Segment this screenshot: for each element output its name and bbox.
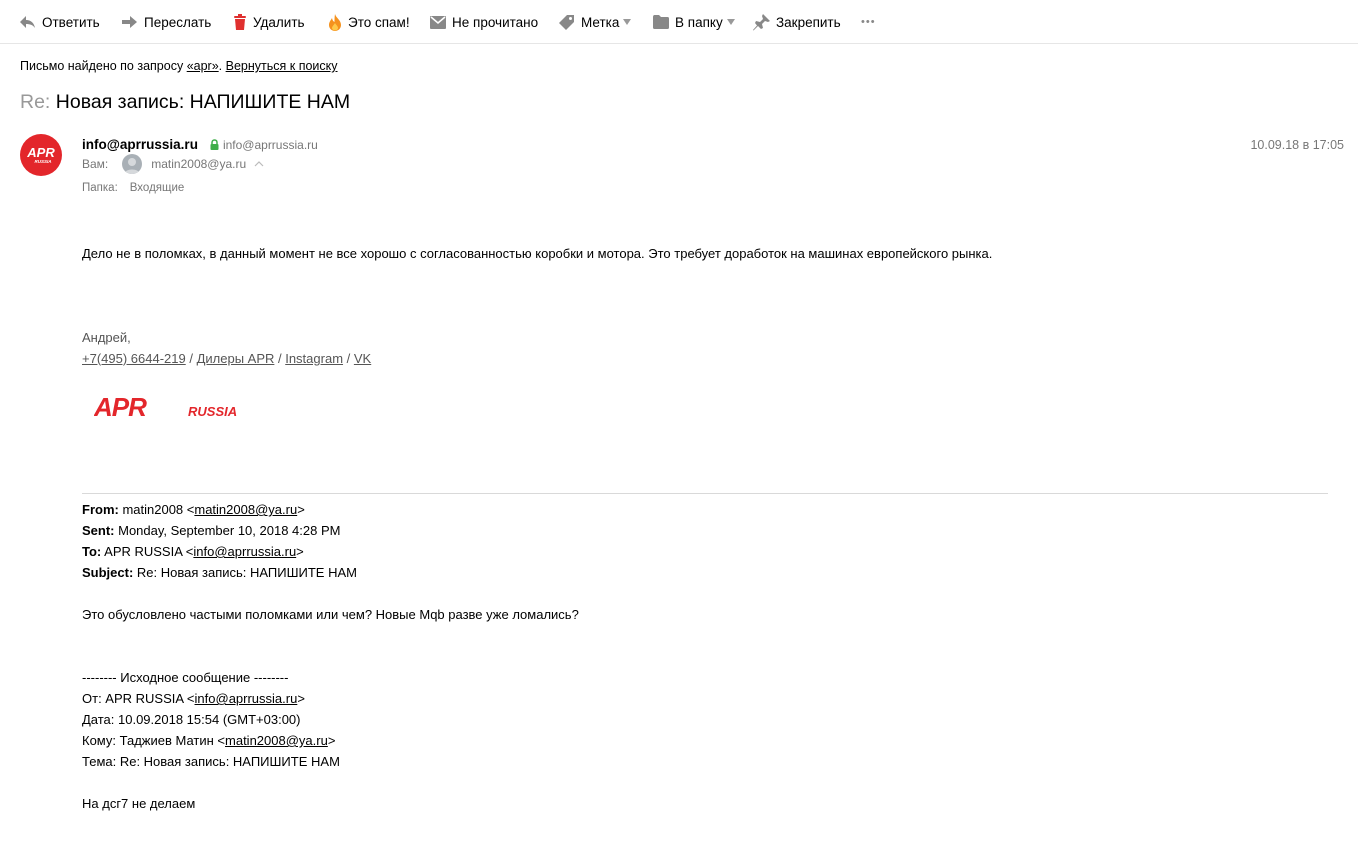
quoted-sent-value: Monday, September 10, 2018 4:28 PM <box>114 523 341 538</box>
quoted-subject-label: Subject: <box>82 565 134 580</box>
signature-separator: / <box>343 351 354 366</box>
apr-logo-icon: APR RUSSIA <box>26 145 55 164</box>
folder-name[interactable]: Входящие <box>130 182 185 194</box>
forward-label: Переслать <box>144 14 212 30</box>
original-to-email[interactable]: matin2008@ya.ru <box>225 733 328 748</box>
quote-divider <box>82 493 1328 494</box>
signature-logo-text: APR <box>94 394 147 420</box>
vk-link[interactable]: VK <box>354 351 371 366</box>
quoted-to-email[interactable]: info@aprrussia.ru <box>193 544 296 559</box>
delete-button[interactable]: Удалить <box>233 12 305 32</box>
signature-separator: / <box>185 351 197 366</box>
signature-logo-subtext: RUSSIA <box>188 404 237 419</box>
folder-icon <box>653 15 669 29</box>
apr-russia-logo: APR RUSSIA <box>94 394 237 420</box>
quoted-from-email[interactable]: matin2008@ya.ru <box>194 502 297 517</box>
signature-name: Андрей, <box>82 330 131 345</box>
move-to-folder-dropdown[interactable]: В папку <box>653 12 735 32</box>
quoted-to: To: APR RUSSIA <info@aprrussia.ru> <box>82 544 304 559</box>
signature-separator: / <box>274 351 286 366</box>
pin-icon <box>753 13 770 30</box>
mark-unread-button[interactable]: Не прочитано <box>430 12 538 32</box>
quoted-sent: Sent: Monday, September 10, 2018 4:28 PM <box>82 523 340 538</box>
trash-icon <box>234 14 246 30</box>
quoted-bracket: > <box>327 733 336 748</box>
subject-re-prefix: Re: <box>20 91 51 113</box>
recipient-avatar[interactable] <box>122 154 143 174</box>
reply-button[interactable]: Ответить <box>19 12 100 32</box>
caret-down-icon <box>726 19 735 25</box>
quoted-bracket: > <box>297 691 305 706</box>
quoted-from-name: matin2008 < <box>118 502 195 517</box>
forward-button[interactable]: Переслать <box>121 12 211 32</box>
sender-name[interactable]: info@aprrussia.ru <box>82 137 198 152</box>
search-query-link[interactable]: «apr» <box>187 59 219 73</box>
quoted-to-label: To: <box>82 544 102 559</box>
recipient-line: Вам: matin2008@ya.ru <box>82 154 264 174</box>
quoted-question: Это обусловлено частыми поломками или че… <box>82 607 579 622</box>
sender-line: info@aprrussia.ru info@aprrussia.ru <box>82 137 318 152</box>
back-to-search-link[interactable]: Вернуться к поиску <box>226 59 338 73</box>
pin-label: Закрепить <box>776 14 841 30</box>
lock-icon <box>210 139 219 150</box>
original-from-prefix: От: APR RUSSIA < <box>82 691 195 706</box>
quoted-from: From: matin2008 <matin2008@ya.ru> <box>82 502 305 517</box>
search-notice-prefix: Письмо найдено по запросу <box>20 59 187 73</box>
quoted-sent-label: Sent: <box>82 523 115 538</box>
subject-title: Новая запись: НАПИШИТЕ НАМ <box>55 91 351 113</box>
recipient-email[interactable]: matin2008@ya.ru <box>151 157 246 171</box>
label-dropdown[interactable]: Метка <box>558 12 632 32</box>
move-to-folder-label: В папку <box>675 14 723 30</box>
forward-arrow-icon <box>122 16 137 28</box>
label-dropdown-label: Метка <box>581 14 620 30</box>
signature-links: +7(495) 6644-219 / Дилеры APR / Instagra… <box>82 351 371 366</box>
tag-icon <box>559 14 574 30</box>
search-notice: Письмо найдено по запросу «apr». Вернуть… <box>20 59 338 73</box>
quoted-subject-value: Re: Новая запись: НАПИШИТЕ НАМ <box>133 565 357 580</box>
search-notice-separator: . <box>218 59 226 73</box>
original-to: Кому: Таджиев Матин <matin2008@ya.ru> <box>82 733 335 748</box>
caret-down-icon <box>623 19 632 25</box>
fire-icon <box>329 13 341 31</box>
folder-label: Папка: <box>82 182 118 194</box>
dealers-link[interactable]: Дилеры APR <box>197 351 275 366</box>
quoted-subject: Subject: Re: Новая запись: НАПИШИТЕ НАМ <box>82 565 357 580</box>
pin-button[interactable]: Закрепить <box>753 12 841 32</box>
original-to-prefix: Кому: Таджиев Матин < <box>82 733 226 748</box>
chevron-up-icon[interactable] <box>254 161 264 167</box>
avatar-logo-subtext: RUSSIA <box>34 159 51 164</box>
spam-label: Это спам! <box>348 14 410 30</box>
phone-link[interactable]: +7(495) 6644-219 <box>82 351 186 366</box>
original-body: На дсг7 не делаем <box>82 796 196 811</box>
message-subject: Re: Новая запись: НАПИШИТЕ НАМ <box>20 91 350 114</box>
original-message-header: -------- Исходное сообщение -------- <box>82 670 289 685</box>
more-actions-button[interactable]: ••• <box>861 12 876 32</box>
message-toolbar: Ответить Переслать Удалить Это спам! Не … <box>0 0 1358 44</box>
original-from-email[interactable]: info@aprrussia.ru <box>195 691 298 706</box>
quoted-to-name: APR RUSSIA < <box>101 544 194 559</box>
reply-label: Ответить <box>42 14 100 30</box>
reply-icon <box>20 16 35 28</box>
spam-button[interactable]: Это спам! <box>328 12 410 32</box>
quoted-bracket: > <box>296 544 304 559</box>
quoted-bracket: > <box>297 502 305 517</box>
recipient-label: Вам: <box>82 157 109 171</box>
original-subject: Тема: Re: Новая запись: НАПИШИТЕ НАМ <box>82 754 340 769</box>
user-avatar-icon <box>124 158 141 174</box>
sender-avatar[interactable]: APR RUSSIA <box>20 134 62 176</box>
original-date: Дата: 10.09.2018 15:54 (GMT+03:00) <box>82 712 301 727</box>
quoted-from-label: From: <box>82 502 119 517</box>
original-from: От: APR RUSSIA <info@aprrussia.ru> <box>82 691 305 706</box>
sender-email[interactable]: info@aprrussia.ru <box>223 138 318 152</box>
instagram-link[interactable]: Instagram <box>285 351 343 366</box>
message-body-text: Дело не в поломках, в данный момент не в… <box>82 246 993 261</box>
delete-label: Удалить <box>253 14 305 30</box>
avatar-logo-text: APR <box>26 145 55 160</box>
folder-line: Папка: Входящие <box>82 182 184 194</box>
more-icon: ••• <box>861 16 876 28</box>
mark-unread-label: Не прочитано <box>452 14 539 30</box>
envelope-icon <box>430 15 446 29</box>
message-date: 10.09.18 в 17:05 <box>1250 138 1344 152</box>
